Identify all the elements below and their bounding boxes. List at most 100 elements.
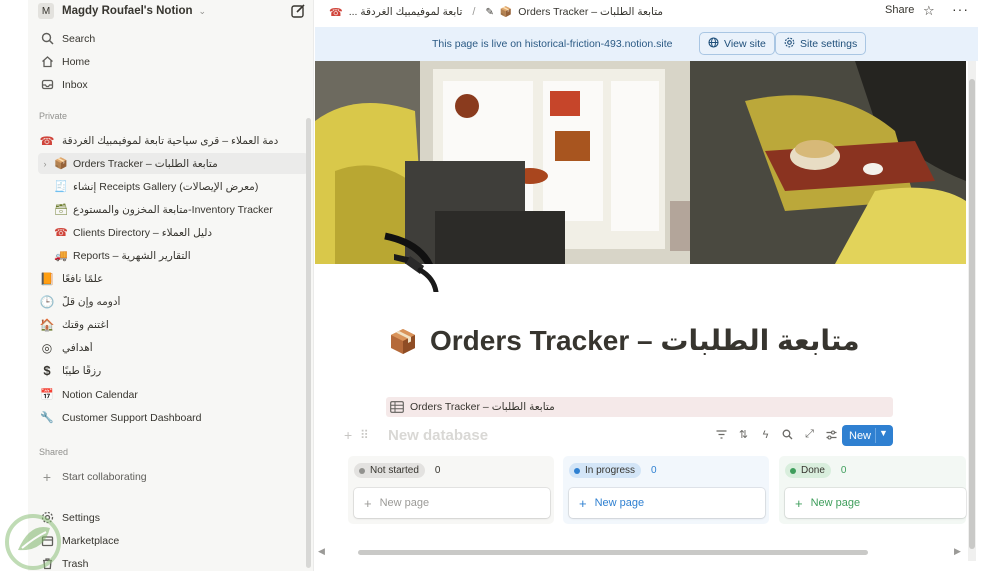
page-cover-image[interactable]: [315, 61, 966, 264]
new-page-label: New page: [379, 497, 430, 509]
sidebar-item-settings[interactable]: Settings: [38, 507, 308, 528]
home-icon: [38, 53, 56, 71]
column-count: 0: [434, 465, 441, 476]
house-icon: 🏠: [39, 317, 55, 332]
status-label: Not started: [370, 465, 419, 476]
sidebar-item-label: متابعة المخزون والمستودع-Inventory Track…: [73, 203, 273, 216]
sidebar-item-inbox[interactable]: Inbox: [38, 74, 308, 95]
board-scrollbar-thumb[interactable]: [358, 550, 868, 555]
sidebar-item-receipts-gallery[interactable]: 🧾 إنشاء Receipts Gallery (معرض الإيصالات…: [38, 176, 308, 197]
private-section-label: Private: [39, 111, 68, 121]
new-page-icon[interactable]: [290, 3, 306, 19]
share-button[interactable]: Share: [885, 4, 914, 16]
banner-text: This page is live on historical-friction…: [432, 38, 673, 50]
board-column-done: Done 0 + New page: [779, 456, 966, 524]
search-icon: [38, 30, 56, 48]
page-title-text: Orders Tracker – متابعة الطلبات: [430, 325, 860, 356]
page-title[interactable]: Orders Tracker – متابعة الطلبات: [388, 324, 860, 357]
sidebar-item-label: Clients Directory – دليل العملاء: [73, 226, 213, 239]
drag-handle-icon[interactable]: ⠿: [360, 428, 369, 442]
view-site-button[interactable]: View site: [699, 32, 775, 55]
board-column-not-started: Not started 0 + New page: [348, 456, 554, 524]
new-page-label: New page: [810, 497, 861, 509]
sidebar-item-label: علمًا نافعًا: [62, 272, 104, 285]
new-record-button[interactable]: New ▼: [842, 425, 893, 446]
sidebar-item-label: Reports – التقارير الشهرية: [73, 249, 191, 262]
sidebar-item-label: رزقًا طيبًا: [62, 364, 102, 377]
sidebar-scrollbar[interactable]: [306, 118, 311, 568]
dollar-icon: $: [43, 363, 51, 378]
chevron-down-icon[interactable]: ▼: [879, 428, 888, 438]
expand-icon[interactable]: ⤢: [803, 428, 816, 441]
phone-icon: ☎: [39, 133, 55, 148]
view-site-label: View site: [724, 37, 766, 50]
sidebar-item-start-collaborating[interactable]: + Start collaborating: [38, 466, 308, 487]
board-horizontal-scrollbar[interactable]: ◀ ▶: [316, 546, 968, 558]
plus-icon: +: [42, 468, 52, 485]
package-icon: [391, 328, 415, 354]
sidebar-item-label: أهدافي: [62, 341, 93, 354]
package-icon: 📦: [499, 6, 513, 18]
site-settings-label: Site settings: [800, 37, 858, 50]
sidebar-item-orders-tracker[interactable]: › 📦 Orders Tracker – متابعة الطلبات: [38, 153, 308, 174]
workspace-switcher[interactable]: M Magdy Roufael's Notion ⌄: [38, 2, 306, 20]
sidebar-item-label: Marketplace: [62, 534, 120, 547]
column-count: 0: [840, 465, 847, 476]
chevron-right-icon[interactable]: ›: [38, 159, 52, 169]
status-dot: [359, 467, 365, 474]
sidebar-item-search[interactable]: Search: [38, 28, 308, 49]
sidebar-item-reports[interactable]: 🚚 Reports – التقارير الشهرية: [38, 245, 308, 266]
sidebar-item-useful-knowledge[interactable]: 📙 علمًا نافعًا: [38, 268, 308, 289]
status-label: In progress: [585, 465, 636, 476]
site-settings-button[interactable]: Site settings: [775, 32, 867, 55]
plug-icon[interactable]: [390, 240, 448, 292]
breadcrumb-parent[interactable]: ☎ ... تابعة لموفيمبيك الغردقة: [329, 6, 462, 19]
chevron-down-icon: ⌄: [198, 5, 207, 16]
sidebar-item-notion-calendar[interactable]: 📅 Notion Calendar: [38, 384, 308, 405]
database-toolbar: ⇅ ϟ ⤢: [715, 428, 838, 441]
sidebar-item-trash[interactable]: Trash: [38, 553, 308, 571]
column-header[interactable]: In progress 0: [569, 463, 657, 478]
database-header: + ⠿ New database ⇅ ϟ ⤢ New ▼: [344, 424, 896, 448]
sidebar-item-customer-service[interactable]: ☎ دمة العملاء – قرى سياحية تابعة لموفيمب…: [38, 130, 308, 151]
sidebar-item-good-provision[interactable]: $ رزقًا طيبًا: [38, 360, 308, 381]
more-options-icon[interactable]: ···: [952, 1, 969, 17]
star-icon[interactable]: ☆: [923, 3, 935, 19]
package-icon: 📦: [54, 158, 68, 170]
sort-icon[interactable]: ⇅: [737, 428, 750, 441]
phone-icon: ☎: [54, 227, 68, 239]
search-icon[interactable]: [781, 428, 794, 441]
page-scrollbar[interactable]: [968, 61, 976, 561]
sidebar-item-home[interactable]: Home: [38, 51, 308, 72]
sidebar-item-inventory-tracker[interactable]: 🗃 متابعة المخزون والمستودع-Inventory Tra…: [38, 199, 308, 220]
new-page-label: New page: [594, 497, 645, 509]
plus-icon: +: [364, 495, 372, 511]
sidebar: M Magdy Roufael's Notion ⌄ Search Home I…: [28, 0, 314, 571]
globe-icon: [708, 36, 719, 51]
database-title-input[interactable]: New database: [388, 427, 488, 444]
automation-icon[interactable]: ϟ: [759, 428, 772, 441]
sidebar-item-goals[interactable]: ◎ أهدافي: [38, 337, 308, 358]
filter-icon[interactable]: [715, 428, 728, 441]
sidebar-item-seize-time[interactable]: 🏠 اغتنم وقتك: [38, 314, 308, 335]
sidebar-item-consistency[interactable]: 🕒 أدومه وإن قلّ: [38, 291, 308, 312]
sidebar-item-label: اغتنم وقتك: [62, 318, 109, 331]
new-page-card[interactable]: + New page: [785, 488, 966, 518]
settings-sliders-icon[interactable]: [825, 428, 838, 441]
sidebar-item-marketplace[interactable]: Marketplace: [38, 530, 308, 551]
column-header[interactable]: Not started 0: [354, 463, 440, 478]
sidebar-item-customer-support-dashboard[interactable]: 🔧 Customer Support Dashboard: [38, 407, 308, 428]
add-block-icon[interactable]: +: [344, 427, 352, 443]
new-page-card[interactable]: + New page: [354, 488, 550, 518]
column-header[interactable]: Done 0: [785, 463, 846, 478]
page-scrollbar-thumb[interactable]: [969, 79, 975, 549]
database-view-tab[interactable]: Orders Tracker – متابعة الطلبات: [386, 397, 893, 417]
scroll-right-icon[interactable]: ▶: [954, 546, 961, 557]
shared-section-label: Shared: [39, 447, 69, 457]
sidebar-item-label: Home: [62, 55, 91, 68]
sidebar-item-clients-directory[interactable]: ☎ Clients Directory – دليل العملاء: [38, 222, 308, 243]
new-page-card[interactable]: + New page: [569, 488, 765, 518]
site-live-banner: This page is live on historical-friction…: [315, 27, 978, 61]
breadcrumb-current[interactable]: ✎ 📦 Orders Tracker – متابعة الطلبات: [485, 6, 663, 18]
scroll-left-icon[interactable]: ◀: [318, 546, 325, 557]
